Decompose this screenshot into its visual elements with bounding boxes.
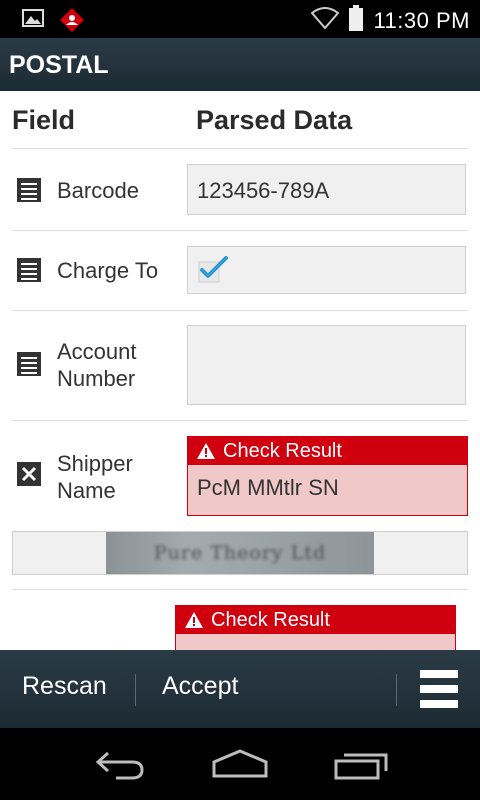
check-result-label: Check Result bbox=[211, 609, 330, 631]
system-nav-bar bbox=[0, 728, 480, 800]
table-header: Field Parsed Data bbox=[12, 91, 468, 149]
table-row-barcode: Barcode 123456-789A bbox=[12, 148, 468, 231]
table-row-shipper-name: Shipper Name Check Result PcM MMtlr SN bbox=[12, 421, 468, 517]
row-label: Charge To bbox=[57, 258, 159, 283]
accept-button[interactable]: Accept bbox=[162, 672, 238, 701]
check-result-label: Check Result bbox=[223, 440, 342, 462]
form-field-icon bbox=[16, 257, 42, 283]
captured-text-image: Pure Theory Ltd bbox=[106, 532, 374, 574]
image-notification-icon bbox=[22, 8, 44, 37]
form-field-icon bbox=[16, 177, 42, 203]
check-result-body: PcM MMtlr SN bbox=[188, 465, 467, 515]
back-icon[interactable] bbox=[94, 748, 146, 785]
row-label: Account Number bbox=[57, 338, 137, 392]
action-bar: Rescan Accept bbox=[0, 650, 480, 728]
home-icon[interactable] bbox=[211, 748, 269, 785]
table-row-charge-to: Charge To bbox=[12, 231, 468, 311]
next-check-result[interactable]: Check Result bbox=[175, 605, 456, 650]
rescan-button[interactable]: Rescan bbox=[22, 672, 107, 701]
recent-apps-icon[interactable] bbox=[334, 748, 390, 785]
check-result-header: Check Result bbox=[188, 437, 467, 465]
check-result-body bbox=[176, 634, 455, 650]
wifi-icon bbox=[311, 7, 340, 34]
title-bar: POSTAL bbox=[0, 38, 480, 91]
barcode-value: 123456-789A bbox=[197, 178, 330, 203]
overflow-menu-icon[interactable] bbox=[420, 670, 458, 708]
warning-icon bbox=[185, 611, 203, 634]
header-field: Field bbox=[12, 105, 76, 135]
row-divider bbox=[12, 589, 468, 590]
action-divider bbox=[135, 674, 136, 706]
action-divider bbox=[396, 674, 397, 706]
charge-to-checkbox[interactable] bbox=[198, 256, 230, 289]
check-result-header: Check Result bbox=[176, 606, 455, 634]
shipper-name-value: PcM MMtlr SN bbox=[197, 475, 339, 500]
status-time: 11:30 PM bbox=[373, 7, 470, 33]
barcode-value-field[interactable]: 123456-789A bbox=[187, 164, 466, 215]
row-label-line1: Account bbox=[57, 339, 137, 364]
shipper-name-check-result[interactable]: Check Result PcM MMtlr SN bbox=[187, 436, 468, 516]
status-bar: 11:30 PM bbox=[0, 0, 480, 38]
app-notification-icon bbox=[60, 8, 84, 37]
battery-icon bbox=[349, 5, 364, 36]
captured-image-text: Pure Theory Ltd bbox=[153, 542, 327, 564]
captured-image-strip: Pure Theory Ltd bbox=[12, 531, 468, 575]
row-label-line2: Number bbox=[57, 366, 136, 391]
header-parsed-data: Parsed Data bbox=[196, 105, 353, 135]
row-label: Barcode bbox=[57, 178, 139, 203]
row-label-line2: Name bbox=[57, 478, 116, 503]
account-number-field[interactable] bbox=[187, 325, 466, 405]
parsed-data-list[interactable]: Field Parsed Data Barcode 123456-789A Ch… bbox=[0, 91, 480, 650]
table-row-account-number: Account Number bbox=[12, 311, 468, 421]
warning-icon bbox=[197, 442, 215, 465]
page-title: POSTAL bbox=[9, 51, 109, 79]
error-x-icon bbox=[16, 461, 42, 487]
row-label-line1: Shipper bbox=[57, 451, 133, 476]
form-field-icon bbox=[16, 351, 42, 377]
row-label: Shipper Name bbox=[57, 450, 133, 504]
charge-to-field bbox=[187, 246, 466, 294]
